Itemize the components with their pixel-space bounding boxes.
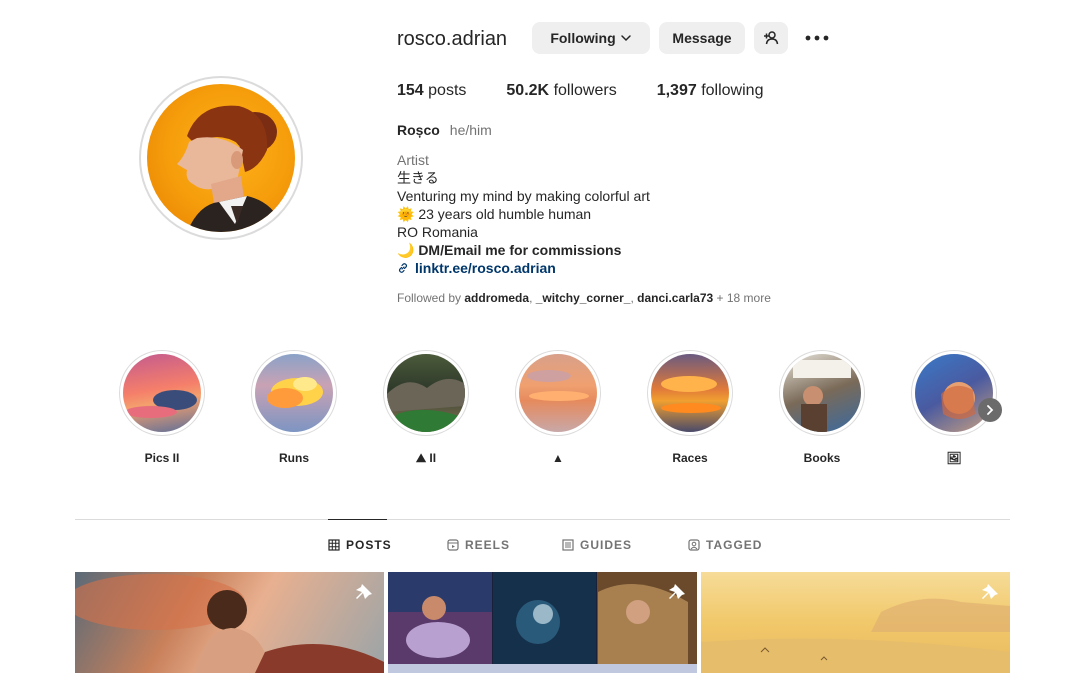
following-button-label: Following [550, 30, 616, 46]
tabs-divider [75, 519, 1010, 520]
username: rosco.adrian [397, 28, 508, 50]
highlight-cover [123, 354, 201, 432]
tab-guides[interactable]: GUIDES [562, 538, 632, 552]
followed-by-user: _witchy_corner_ [535, 291, 631, 305]
highlight-ring [647, 350, 733, 436]
posts-count: 154 [397, 82, 424, 99]
bio-line: Venturing my mind by making colorful art [397, 188, 650, 204]
highlight-item[interactable]: ▲ [496, 350, 620, 467]
followers-label: followers [553, 82, 617, 99]
highlight-item[interactable]: Pics II [100, 350, 224, 467]
profile-link[interactable]: linktr.ee/rosco.adrian [397, 259, 817, 277]
highlight-cover [255, 354, 333, 432]
bio-line: 🌞 23 years old humble human [397, 206, 592, 222]
highlight-ring [251, 350, 337, 436]
message-button[interactable]: Message [659, 22, 745, 54]
active-tab-indicator [328, 519, 387, 520]
highlight-label: 🖼 [946, 451, 962, 465]
more-options-icon [805, 35, 829, 41]
following-label: following [701, 82, 764, 99]
followed-by-user: danci.carla73 [637, 291, 714, 305]
highlight-item[interactable]: Books [760, 350, 884, 467]
highlight-label: ⛰ II [415, 451, 437, 465]
chevron-down-icon [620, 35, 631, 42]
pinned-post-icon [356, 584, 372, 599]
highlight-item[interactable]: Runs [232, 350, 356, 467]
posts-stat: 154 posts [397, 82, 466, 100]
tab-label: POSTS [346, 538, 392, 552]
guides-icon [562, 539, 574, 551]
followers-count: 50.2K [506, 82, 550, 99]
highlight-item[interactable]: ⛰ II [364, 350, 488, 467]
highlight-cover [915, 354, 993, 432]
tab-label: TAGGED [706, 538, 763, 552]
message-button-label: Message [672, 30, 732, 46]
suggested-users-button[interactable] [754, 22, 788, 54]
tab-tagged[interactable]: TAGGED [688, 538, 762, 552]
following-button[interactable]: Following [532, 22, 650, 54]
profile-link-text: linktr.ee/rosco.adrian [415, 260, 556, 276]
followed-by-user: addromeda [464, 291, 530, 305]
avatar-portrait [177, 105, 285, 232]
tab-reels[interactable]: REELS [447, 538, 510, 552]
highlights-next-button[interactable] [978, 398, 1002, 422]
highlight-cover [387, 354, 465, 432]
highlight-ring [911, 350, 997, 436]
highlight-cover [783, 354, 861, 432]
pinned-post-icon [669, 584, 685, 599]
highlight-label: Races [672, 451, 708, 465]
highlight-label: Runs [279, 451, 309, 465]
profile-category: Artist [397, 152, 429, 168]
name-row: Roșco he/him [397, 121, 817, 139]
more-options-button[interactable] [804, 28, 830, 48]
highlight-label: Pics II [144, 451, 180, 465]
post-thumbnail[interactable] [75, 572, 384, 673]
bio-line: 生きる [397, 170, 439, 186]
tab-label: REELS [465, 538, 511, 552]
profile-stats: 154 posts 50.2K followers 1,397 followin… [397, 82, 803, 100]
post-thumbnail[interactable] [388, 572, 697, 673]
display-name: Roșco [397, 122, 440, 138]
followed-by[interactable]: Followed by addromeda, _witchy_corner_, … [397, 289, 817, 307]
bio-line: 🌙 DM/Email me for commissions [397, 242, 622, 258]
following-stat[interactable]: 1,397 following [657, 82, 764, 100]
highlight-ring [383, 350, 469, 436]
highlight-ring [515, 350, 601, 436]
posts-label: posts [428, 82, 467, 99]
tagged-icon [688, 539, 700, 551]
reels-icon [447, 539, 459, 551]
post-image [701, 598, 1010, 673]
followed-by-more: + 18 more [716, 291, 771, 305]
add-user-icon [764, 31, 779, 45]
profile-tabs: POSTS REELS GUIDES TAGGED [0, 538, 1081, 558]
posts-grid [75, 572, 1010, 673]
story-highlights: Pics II Runs ⛰ II ▲ Races Books 🖼 [100, 350, 1010, 470]
followed-by-prefix: Followed by [397, 291, 462, 305]
chevron-right-icon [987, 405, 994, 415]
pinned-post-icon [982, 584, 998, 599]
tab-label: GUIDES [580, 538, 633, 552]
followers-stat[interactable]: 50.2K followers [506, 82, 616, 100]
post-image [388, 572, 697, 673]
highlight-label: ▲ [552, 451, 564, 465]
profile-bio: Roșco he/him Artist 生きる Venturing my min… [397, 121, 817, 307]
following-count: 1,397 [656, 82, 697, 99]
pronouns: he/him [449, 122, 492, 138]
tab-posts[interactable]: POSTS [328, 538, 392, 552]
link-icon [399, 263, 407, 273]
profile-avatar-ring[interactable] [139, 76, 303, 240]
post-image [75, 574, 384, 673]
bio-line: RO Romania [397, 224, 478, 240]
grid-icon [328, 539, 340, 551]
post-thumbnail[interactable] [701, 572, 1010, 673]
highlight-ring [119, 350, 205, 436]
highlight-item[interactable]: Races [628, 350, 752, 467]
highlight-label: Books [803, 451, 841, 465]
highlight-ring [779, 350, 865, 436]
highlight-cover [519, 354, 597, 432]
avatar[interactable] [147, 84, 295, 232]
highlight-cover [651, 354, 729, 432]
